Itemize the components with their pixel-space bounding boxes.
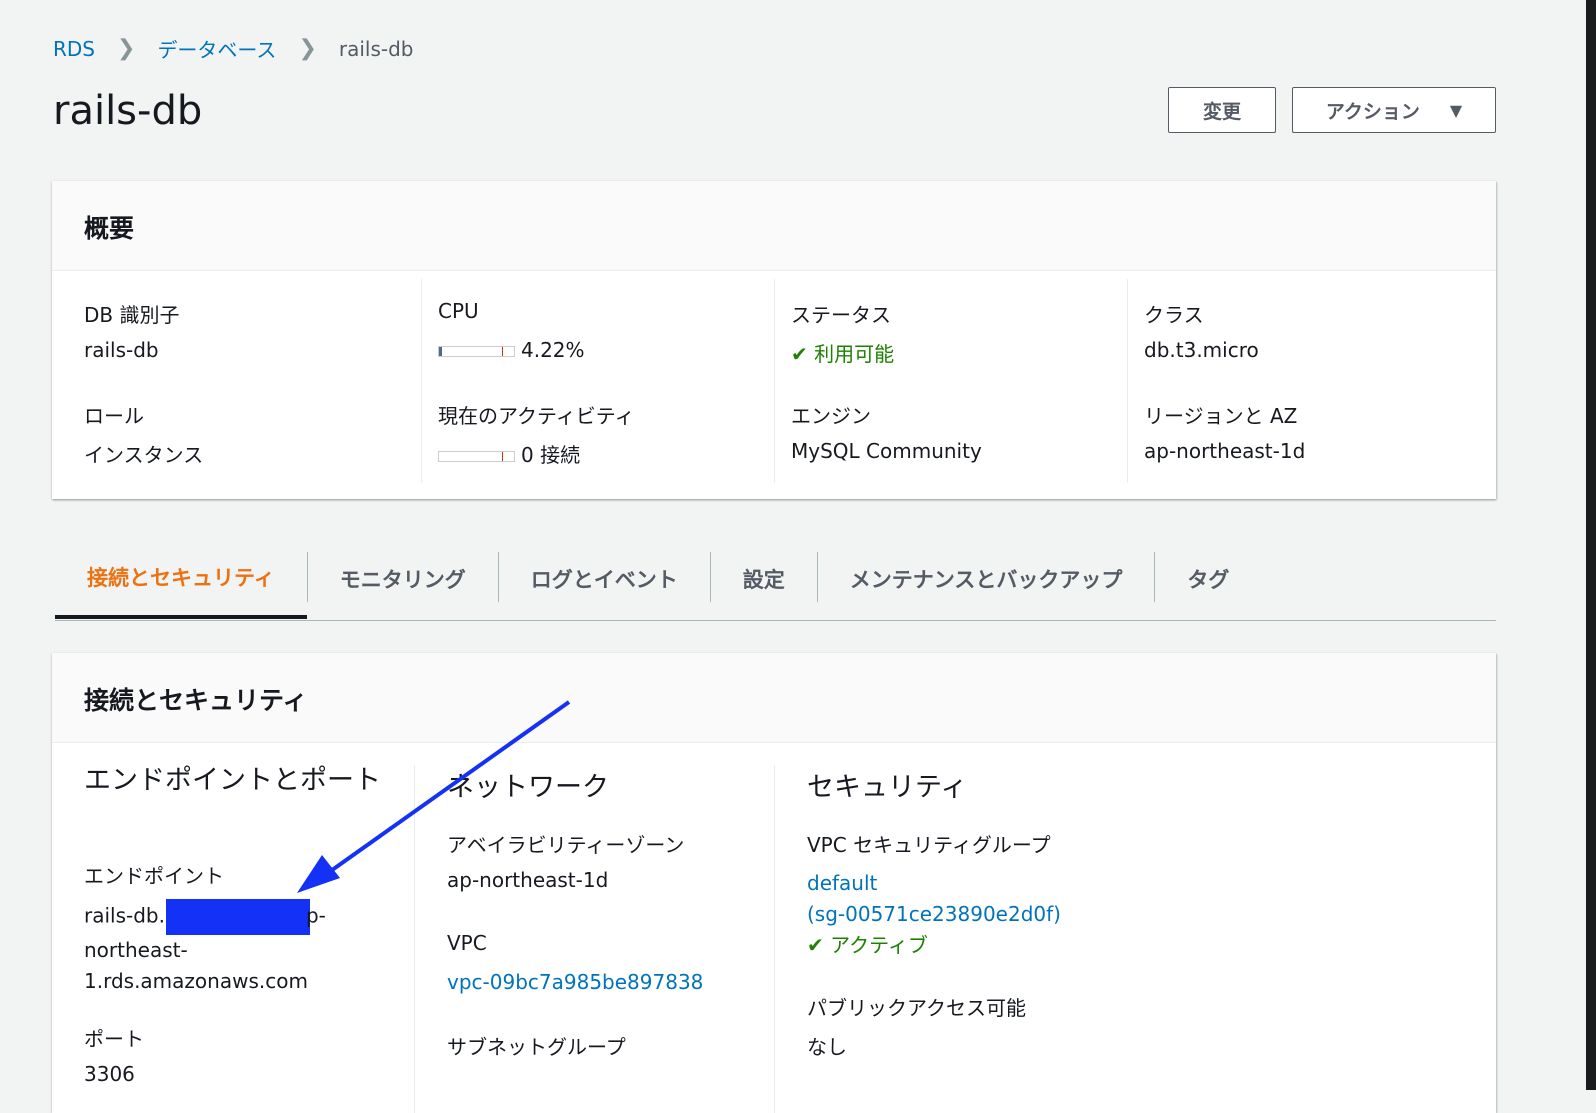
arrow-shaft: [316, 700, 571, 882]
annotation-arrow: [297, 700, 571, 893]
rds-page: RDS ❯ データベース ❯ rails-db rails-db 変更 アクショ…: [0, 0, 1586, 1113]
arrow-head-icon: [297, 855, 340, 893]
adjacent-window-edge: [1586, 0, 1596, 1090]
